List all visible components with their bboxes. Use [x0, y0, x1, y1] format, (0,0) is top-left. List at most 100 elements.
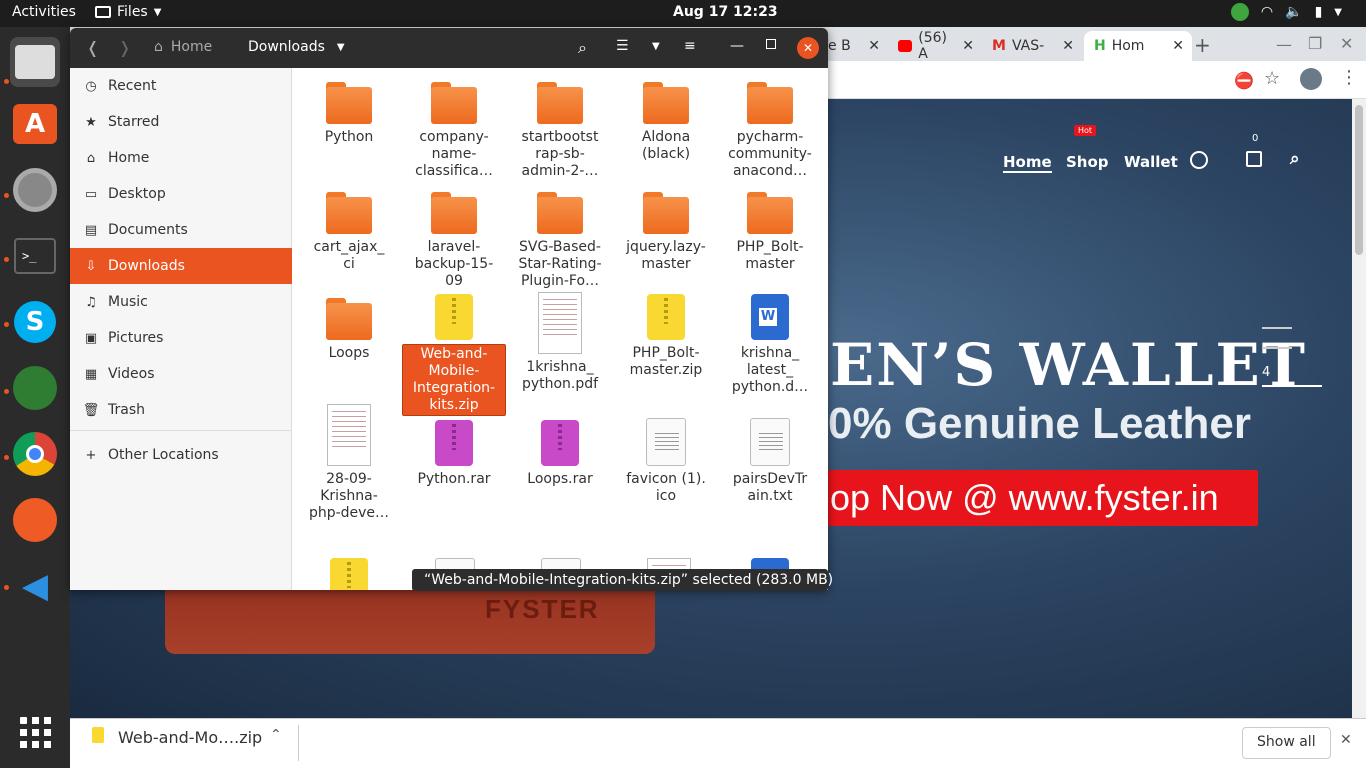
vscode-launcher[interactable]: ◀: [10, 561, 60, 611]
file-item[interactable]: pairsDevTr ain.txt: [718, 418, 822, 506]
terminal-launcher[interactable]: >_: [10, 231, 60, 281]
clock[interactable]: Aug 17 12:23: [673, 4, 778, 20]
show-all-button[interactable]: Show all: [1242, 727, 1331, 759]
software-launcher[interactable]: A: [10, 99, 60, 149]
browser-tab-active[interactable]: H Hom ✕: [1084, 31, 1192, 61]
activities-button[interactable]: Activities: [12, 4, 76, 20]
folder-icon: [537, 192, 583, 234]
sidebar-divider: [70, 430, 292, 431]
slider-line[interactable]: [1262, 347, 1292, 349]
file-item[interactable]: Loops.rar: [508, 418, 612, 489]
close-icon[interactable]: ✕: [962, 38, 974, 54]
shop-now-button[interactable]: op Now @ www.fyster.in: [828, 470, 1258, 526]
scrollbar[interactable]: [1352, 99, 1366, 718]
close-icon[interactable]: ✕: [868, 38, 880, 54]
close-icon[interactable]: ✕: [1172, 38, 1184, 54]
minimize-button[interactable]: —: [730, 38, 744, 54]
file-item[interactable]: jquery.lazy- master: [614, 186, 718, 274]
file-item[interactable]: PHP_Bolt- master: [718, 186, 822, 274]
menu-dots-icon[interactable]: ⋮: [1340, 67, 1358, 88]
folder-icon: [537, 82, 583, 124]
sidebar-item-pictures[interactable]: ▣ Pictures: [70, 320, 292, 356]
close-icon[interactable]: ✕: [1062, 38, 1074, 54]
file-label: Loops.rar: [527, 471, 593, 487]
file-label: startbootst rap-sb- admin-2-…: [521, 129, 599, 179]
sidebar-item-home[interactable]: ⌂ Home: [70, 140, 292, 176]
settings-launcher[interactable]: [10, 165, 60, 215]
system-tray[interactable]: ◠ 🔈 ▮ ▼: [1230, 3, 1342, 21]
forward-button[interactable]: ❭: [118, 38, 131, 57]
star-icon[interactable]: ☆: [1264, 68, 1280, 89]
maximize-button[interactable]: ❐: [1308, 34, 1322, 53]
user-icon[interactable]: [1190, 151, 1208, 169]
file-item[interactable]: PHP_Bolt- master.zip: [614, 292, 718, 380]
file-item[interactable]: Python.rar: [402, 418, 506, 489]
file-item[interactable]: Loops: [297, 292, 401, 363]
document-icon: ▤: [84, 222, 98, 238]
menu-icon[interactable]: ≡: [684, 38, 696, 54]
avatar[interactable]: [1300, 68, 1322, 90]
file-item[interactable]: Python: [297, 76, 401, 147]
file-item[interactable]: 28-09- Krishna- php-deve…: [297, 404, 401, 523]
chrome-launcher[interactable]: [10, 429, 60, 479]
file-item[interactable]: startbootst rap-sb- admin-2-…: [508, 76, 612, 181]
slider-line-active[interactable]: [1262, 385, 1322, 387]
new-tab-button[interactable]: +: [1194, 33, 1211, 57]
slider-number: 4: [1262, 365, 1271, 380]
file-item[interactable]: 1krishna_ python.pdf: [508, 292, 612, 394]
home-icon: ⌂: [154, 39, 163, 55]
file-item[interactable]: favicon (1). ico: [614, 418, 718, 506]
show-apps-button[interactable]: [10, 707, 60, 757]
sidebar-item-documents[interactable]: ▤ Documents: [70, 212, 292, 248]
list-view-icon[interactable]: ☰: [616, 38, 629, 54]
file-item[interactable]: krishna_ latest_ python.d…: [718, 292, 822, 397]
file-item[interactable]: Aldona (black): [614, 76, 718, 164]
sidebar-item-music[interactable]: ♫ Music: [70, 284, 292, 320]
browser-tab[interactable]: M VAS- ✕: [982, 31, 1080, 61]
file-item[interactable]: cart_ajax_ ci: [297, 186, 401, 274]
running-indicator: [4, 455, 9, 460]
browser-tab[interactable]: e B ✕: [818, 31, 888, 61]
sidebar-item-videos[interactable]: ▦ Videos: [70, 356, 292, 392]
file-item[interactable]: Web-and- Mobile- Integration- kits.zip: [402, 292, 506, 416]
sidebar-item-recent[interactable]: ◷ Recent: [70, 68, 292, 104]
status-overlay: “Web-and-Mobile-Integration-kits.zip” se…: [412, 569, 833, 591]
sidebar-item-downloads[interactable]: ⇩ Downloads: [70, 248, 292, 284]
close-window-button[interactable]: ✕: [1340, 34, 1353, 53]
sidebar-item-trash[interactable]: 🗑 Trash: [70, 392, 292, 428]
postman-launcher[interactable]: [10, 495, 60, 545]
download-item[interactable]: Web-and-Mo….zip: [118, 728, 262, 747]
folder-icon: [747, 192, 793, 234]
nav-home[interactable]: Home: [1003, 153, 1052, 173]
search-icon[interactable]: ⌕: [578, 38, 587, 58]
sidebar-item-starred[interactable]: ★ Starred: [70, 104, 292, 140]
nav-shop[interactable]: Shop: [1066, 153, 1109, 171]
slider-line[interactable]: [1262, 327, 1292, 329]
app-menu[interactable]: Files ▼: [95, 4, 161, 20]
files-launcher[interactable]: [10, 37, 60, 87]
close-button[interactable]: ✕: [797, 37, 819, 59]
back-button[interactable]: ❬: [86, 38, 99, 57]
blocked-icon[interactable]: ⛔: [1234, 71, 1254, 90]
nav-wallet[interactable]: Wallet: [1124, 153, 1178, 171]
view-options-icon[interactable]: ▼: [652, 41, 660, 52]
file-item[interactable]: laravel- backup-15- 09: [402, 186, 506, 291]
sidebar-item-desktop[interactable]: ▭ Desktop: [70, 176, 292, 212]
scrollbar-thumb[interactable]: [1355, 105, 1363, 255]
chevron-up-icon[interactable]: ⌃: [270, 727, 282, 743]
search-icon[interactable]: ⌕: [1290, 149, 1300, 169]
sidebar-item-other-locations[interactable]: + Other Locations: [70, 437, 292, 473]
minimize-button[interactable]: —: [1276, 35, 1292, 54]
skype-launcher[interactable]: S: [10, 297, 60, 347]
file-item[interactable]: SVG-Based- Star-Rating- Plugin-Fo…: [508, 186, 612, 291]
header-bar: ❬ ❭ ⌂ Home Downloads ▼ ⌕ ☰ ▼ ≡ — ✕: [70, 28, 828, 68]
maximize-button[interactable]: [766, 39, 776, 49]
file-item[interactable]: company- name- classifica…: [402, 76, 506, 181]
path-current[interactable]: Downloads ▼: [248, 39, 345, 55]
close-icon[interactable]: ✕: [1340, 732, 1352, 748]
browser-tab[interactable]: (56) A ✕: [888, 30, 980, 62]
path-home[interactable]: ⌂ Home: [154, 39, 212, 55]
gitkraken-launcher[interactable]: [10, 363, 60, 413]
file-item[interactable]: pycharm- community- anacond…: [718, 76, 822, 181]
cart-icon[interactable]: [1246, 151, 1262, 167]
